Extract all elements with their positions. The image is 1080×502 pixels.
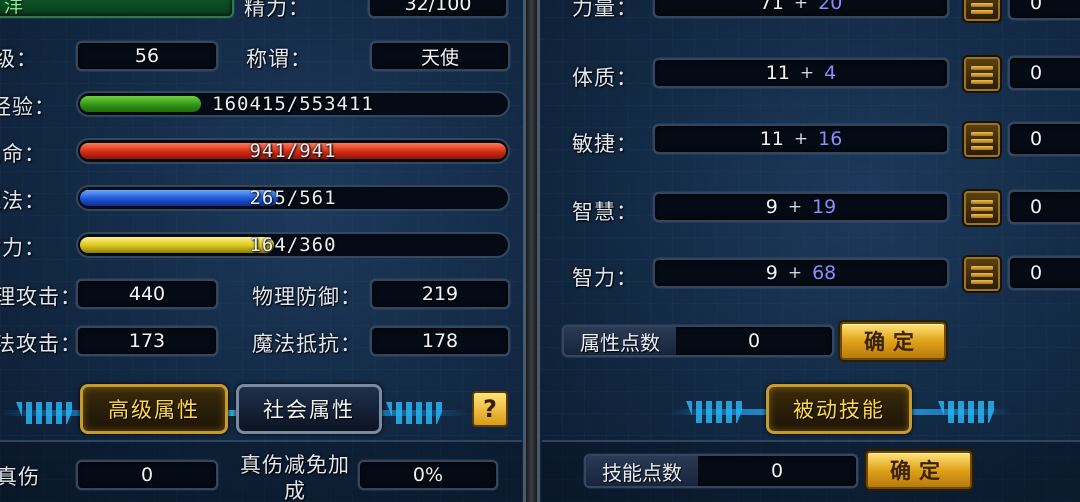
strength-plus-sign: + <box>793 0 809 13</box>
strength-base: 71 <box>759 0 784 14</box>
stamina-bar-text: 164/360 <box>249 234 337 256</box>
tab-chevrons-right <box>386 402 446 424</box>
wisdom-bonus: 19 <box>812 196 837 218</box>
agility-plus-sign: + <box>793 129 809 149</box>
mp-bar: 265/561 <box>76 185 510 211</box>
strength-bonus: 20 <box>818 0 843 14</box>
constitution-plus-sign: + <box>799 63 815 83</box>
constitution-add-point-icon[interactable] <box>964 57 1000 91</box>
strength-value: 71 + 20 <box>653 0 949 18</box>
skill-tab-chevrons-right <box>938 401 998 423</box>
exp-bar: 160415/553411 <box>76 91 510 117</box>
tab-decoration <box>0 396 468 430</box>
stamina-bar: 164/360 <box>76 232 510 258</box>
strength-points-input[interactable]: 0 <box>1008 0 1080 20</box>
tab-advanced-attributes[interactable]: 高级属性 <box>80 384 228 434</box>
magic-resist-label: 魔法抵抗： <box>252 332 362 356</box>
attribute-points-label: 属性点数 <box>564 327 676 355</box>
wisdom-add-point-icon[interactable] <box>964 191 1000 225</box>
name-field-value: 洋 <box>4 0 24 17</box>
skill-tab-chevrons-left <box>686 401 746 423</box>
constitution-points-input[interactable]: 0 <box>1008 56 1080 90</box>
wisdom-label: 智慧： <box>572 200 638 224</box>
intelligence-add-point-icon[interactable] <box>964 257 1000 291</box>
hp-bar: 941/941 <box>76 138 510 164</box>
true-damage-value: 0 <box>76 460 218 490</box>
true-damage-reduce-value: 0% <box>358 460 498 490</box>
character-stats-panel: 洋 精力： 32/100 级： 56 称谓： 天使 经验： 160415/553… <box>0 0 526 502</box>
constitution-label: 体质： <box>572 66 638 90</box>
exp-bar-text: 160415/553411 <box>212 93 374 115</box>
strength-add-point-icon[interactable] <box>964 0 1000 21</box>
level-label: 级： <box>0 47 38 71</box>
wisdom-points-input[interactable]: 0 <box>1008 190 1080 224</box>
title-value: 天使 <box>370 41 510 71</box>
skill-confirm-button[interactable]: 确定 <box>866 451 972 489</box>
attribute-points-value: 0 <box>747 330 761 352</box>
tab-passive-skills[interactable]: 被动技能 <box>766 384 912 434</box>
agility-points-input[interactable]: 0 <box>1008 122 1080 156</box>
phys-attack-label: 理攻击： <box>0 285 82 309</box>
constitution-base: 11 <box>765 62 790 84</box>
intelligence-plus-sign: + <box>787 263 803 283</box>
true-damage-label: 真伤 <box>0 465 40 489</box>
help-icon[interactable]: ? <box>472 391 508 427</box>
tab-chevrons-left <box>16 402 76 424</box>
energy-value: 32/100 <box>368 0 508 18</box>
exp-label: 经验： <box>0 95 56 119</box>
skill-points-value: 0 <box>770 460 784 482</box>
agility-bonus: 16 <box>818 128 843 150</box>
attribute-points-field: 属性点数 0 <box>562 325 834 357</box>
agility-value: 11 + 16 <box>653 124 949 154</box>
name-field: 洋 <box>0 0 234 18</box>
skill-points-label: 技能点数 <box>586 456 698 486</box>
phys-defense-label: 物理防御： <box>252 285 362 309</box>
intelligence-value: 9 + 68 <box>653 258 949 288</box>
skill-points-field: 技能点数 0 <box>584 454 858 488</box>
energy-label: 精力： <box>244 0 310 20</box>
magic-attack-label: 法攻击： <box>0 332 82 356</box>
wisdom-value: 9 + 19 <box>653 192 949 222</box>
intelligence-points-input[interactable]: 0 <box>1008 256 1080 290</box>
hp-label: 生命： <box>0 142 46 166</box>
intelligence-label: 智力： <box>572 266 638 290</box>
attribute-confirm-button[interactable]: 确定 <box>840 322 946 360</box>
agility-label: 敏捷： <box>572 132 638 156</box>
magic-resist-value: 178 <box>370 326 510 356</box>
attribute-points-panel: 力量： 71 + 20 0 体质： 11 + 4 0 敏捷： 11 + 16 0… <box>537 0 1080 502</box>
phys-attack-value: 440 <box>76 279 218 309</box>
stamina-label: 耐力： <box>0 236 46 260</box>
mp-bar-text: 265/561 <box>249 187 337 209</box>
true-damage-reduce-label: 真伤减免加成 <box>240 453 350 502</box>
hp-bar-text: 941/941 <box>249 140 337 162</box>
tab-social-attributes[interactable]: 社会属性 <box>236 384 382 434</box>
phys-defense-value: 219 <box>370 279 510 309</box>
panel-divider <box>526 0 537 502</box>
title-label: 称谓： <box>246 47 312 71</box>
strength-label: 力量： <box>572 0 638 20</box>
level-value: 56 <box>76 41 218 71</box>
mp-label: 魔法： <box>0 189 46 213</box>
constitution-value: 11 + 4 <box>653 58 949 88</box>
intelligence-base: 9 <box>765 262 778 284</box>
agility-base: 11 <box>759 128 784 150</box>
wisdom-plus-sign: + <box>787 197 803 217</box>
constitution-bonus: 4 <box>824 62 837 84</box>
intelligence-bonus: 68 <box>812 262 837 284</box>
agility-add-point-icon[interactable] <box>964 123 1000 157</box>
magic-attack-value: 173 <box>76 326 218 356</box>
wisdom-base: 9 <box>765 196 778 218</box>
